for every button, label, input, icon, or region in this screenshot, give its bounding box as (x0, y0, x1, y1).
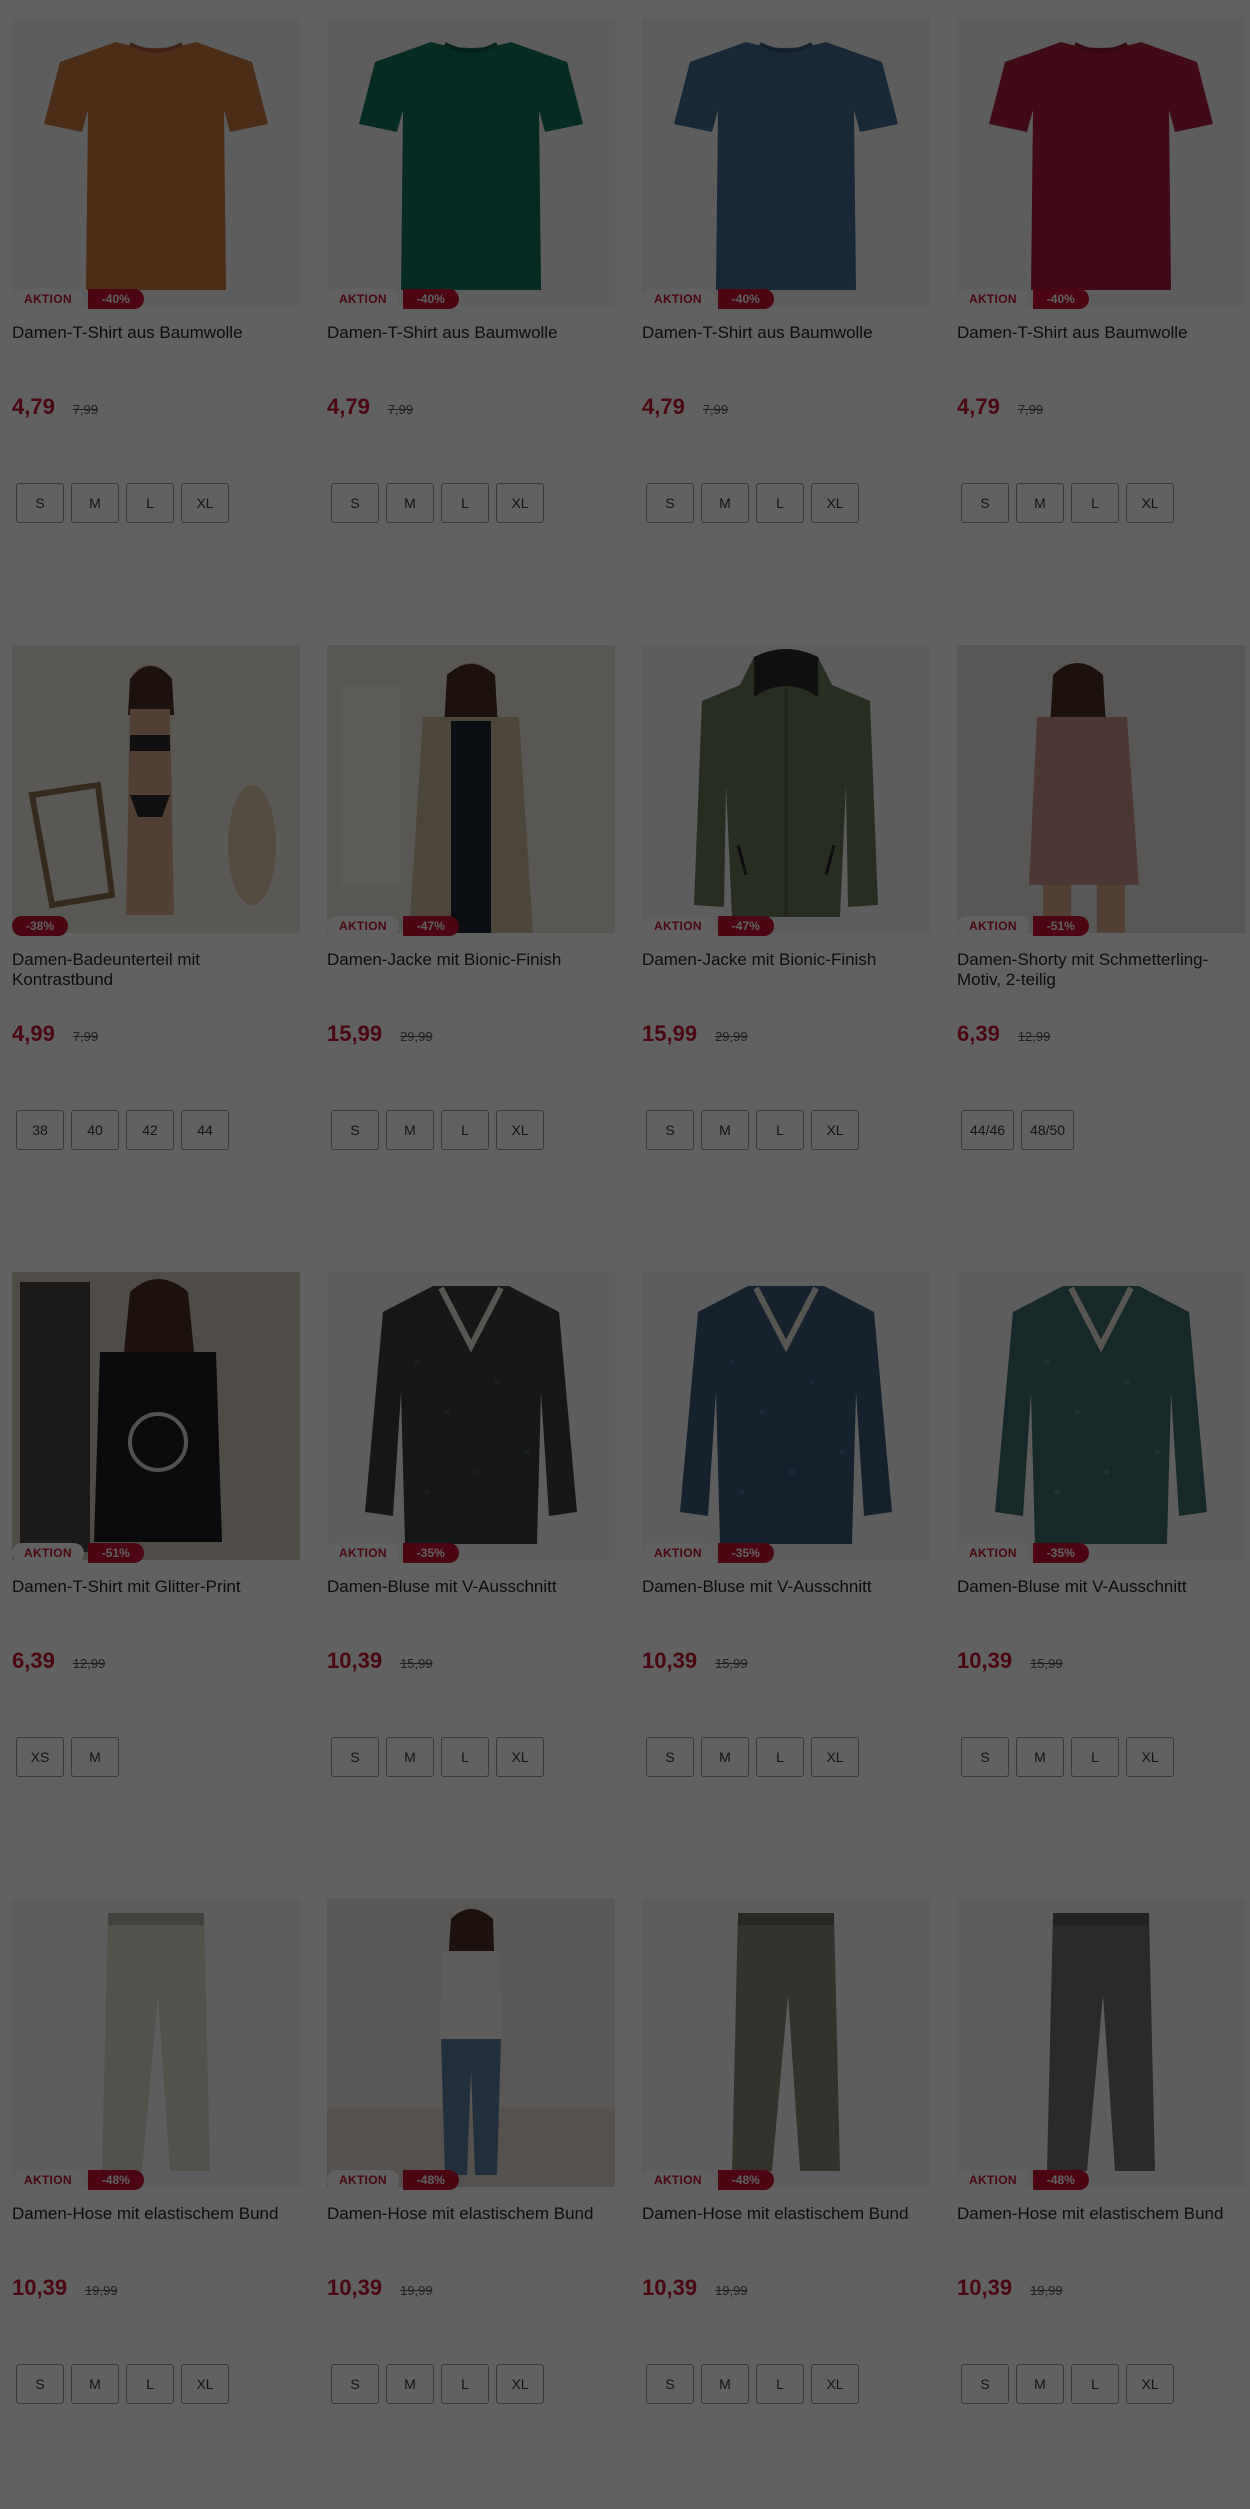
modal-overlay[interactable] (0, 0, 1250, 2509)
